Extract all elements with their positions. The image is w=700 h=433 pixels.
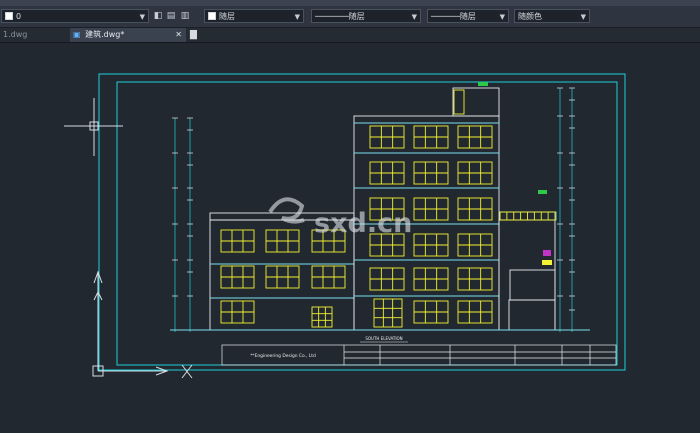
ucs-crosshair bbox=[64, 98, 123, 156]
chevron-down-icon: ▼ bbox=[411, 13, 417, 21]
color-value: 随层 bbox=[219, 12, 235, 21]
window bbox=[457, 233, 493, 257]
layer-value: 0 bbox=[16, 12, 22, 21]
linetype-value: 随层 bbox=[348, 12, 365, 21]
tab-file-1[interactable]: 1.dwg bbox=[0, 28, 62, 42]
close-icon[interactable]: ✕ bbox=[175, 28, 182, 42]
window bbox=[457, 300, 493, 324]
window bbox=[457, 161, 493, 185]
drawing-canvas[interactable]: SOUTH ELEVATION **Engineering Design Co.… bbox=[0, 43, 700, 433]
window bbox=[220, 265, 255, 289]
window bbox=[265, 229, 300, 253]
lineweight-sample: ────── bbox=[431, 12, 460, 21]
properties-toolbar: 0 ▼ ◧ ▤ ▥ 随层 ▼ ───────随层 ▼ ──────随层 ▼ 随颜… bbox=[0, 6, 700, 28]
title-block-company: **Engineering Design Co., Ltd bbox=[250, 353, 316, 359]
watermark-text: sxd.cn bbox=[314, 208, 412, 239]
watermark-logo: sxd.cn bbox=[268, 197, 412, 239]
layer-state-icon[interactable]: ▥ bbox=[180, 11, 190, 21]
color-swatch bbox=[208, 12, 216, 20]
layer-dropdown[interactable]: 0 ▼ bbox=[1, 9, 149, 23]
chevron-down-icon: ▼ bbox=[499, 13, 505, 21]
entrance-door bbox=[373, 298, 403, 328]
view-title: SOUTH ELEVATION bbox=[365, 336, 402, 341]
chevron-down-icon: ▼ bbox=[294, 13, 300, 21]
chevron-down-icon: ▼ bbox=[139, 13, 145, 21]
color-dropdown[interactable]: 随层 ▼ bbox=[204, 9, 304, 23]
window bbox=[413, 125, 449, 149]
window bbox=[369, 267, 405, 291]
chevron-down-icon: ▼ bbox=[580, 13, 586, 21]
tab-label: 建筑.dwg* bbox=[85, 30, 125, 39]
plotstyle-dropdown[interactable]: 随颜色 ▼ bbox=[514, 9, 590, 23]
linetype-sample: ─────── bbox=[315, 12, 349, 21]
door bbox=[311, 306, 333, 328]
window bbox=[457, 197, 493, 221]
window bbox=[311, 265, 346, 289]
tab-file-active[interactable]: ▣ 建筑.dwg* ✕ bbox=[70, 28, 186, 42]
window bbox=[457, 267, 493, 291]
tab-label: 1.dwg bbox=[3, 30, 28, 39]
linetype-dropdown[interactable]: ───────随层 ▼ bbox=[311, 9, 421, 23]
window bbox=[220, 300, 255, 324]
ucs-icon bbox=[92, 270, 193, 379]
window bbox=[413, 233, 449, 257]
dwg-file-icon: ▣ bbox=[73, 30, 81, 39]
document-tabs: 1.dwg ▣ 建筑.dwg* ✕ ▇ bbox=[0, 28, 700, 43]
window bbox=[413, 161, 449, 185]
lineweight-value: 随层 bbox=[459, 12, 476, 21]
layer-lock-icon[interactable]: ▤ bbox=[166, 11, 176, 21]
window bbox=[265, 265, 300, 289]
window bbox=[413, 267, 449, 291]
window bbox=[369, 125, 405, 149]
window bbox=[369, 161, 405, 185]
roof-accents bbox=[478, 82, 552, 265]
window bbox=[220, 229, 255, 253]
railing bbox=[499, 211, 556, 221]
layer-freeze-icon[interactable]: ◧ bbox=[153, 11, 163, 21]
window bbox=[413, 300, 449, 324]
window bbox=[413, 197, 449, 221]
plotstyle-value: 随颜色 bbox=[518, 12, 542, 21]
window bbox=[457, 125, 493, 149]
lineweight-dropdown[interactable]: ──────随层 ▼ bbox=[427, 9, 509, 23]
layer-color-swatch bbox=[5, 12, 13, 20]
new-tab-icon[interactable]: ▇ bbox=[190, 28, 197, 42]
